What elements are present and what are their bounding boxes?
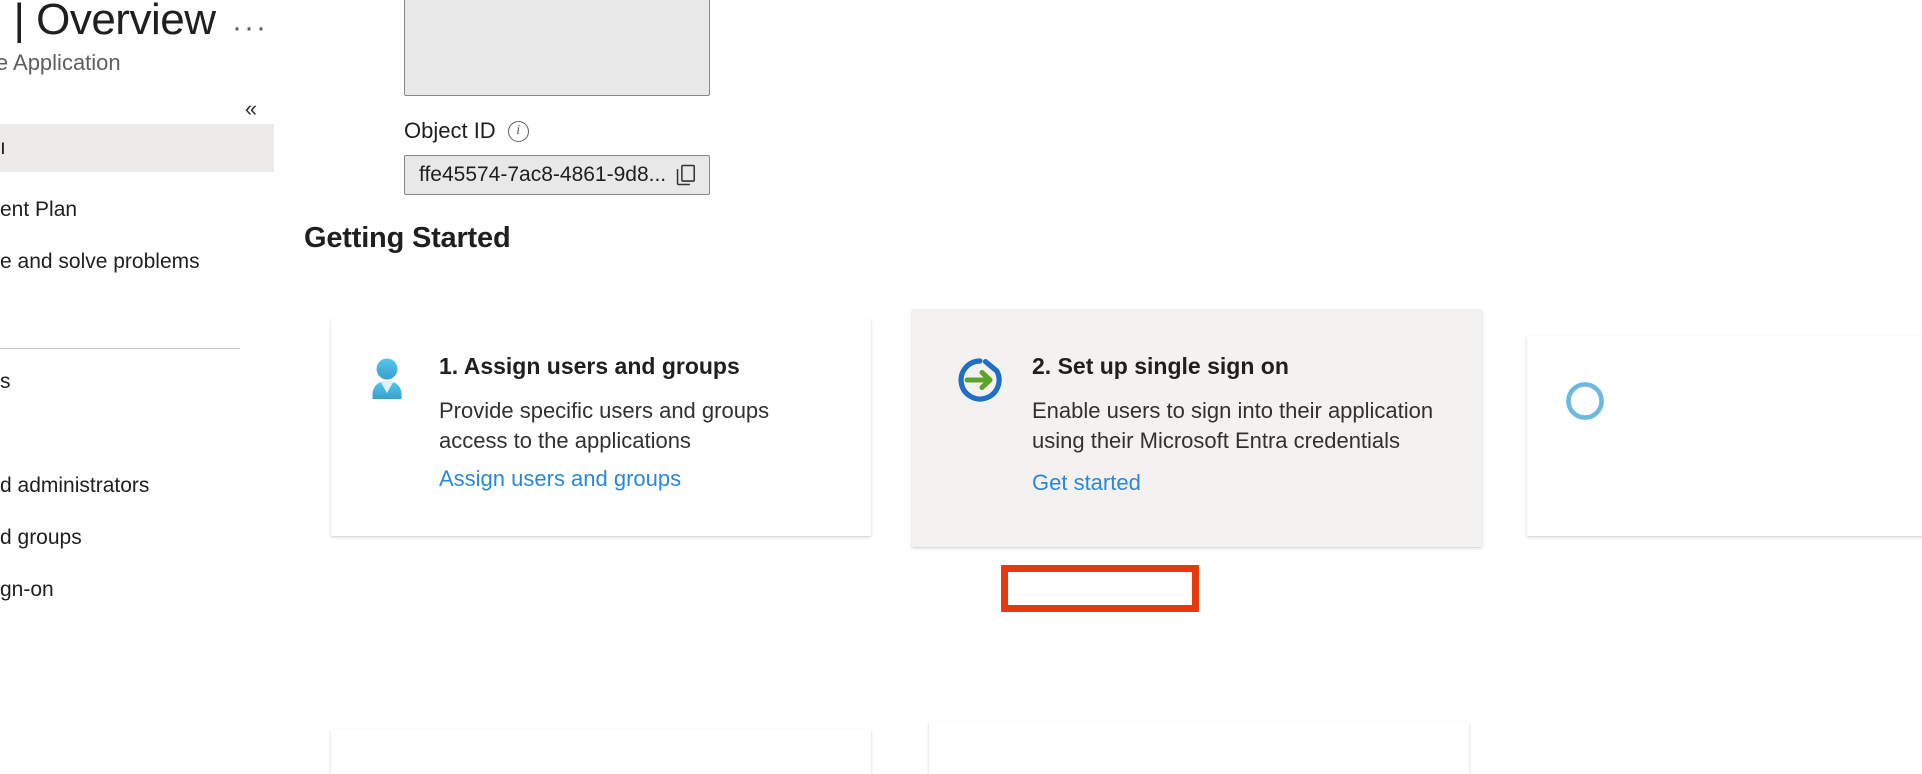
card-title: 2. Set up single sign on: [1032, 353, 1454, 380]
card-provisioning[interactable]: [1527, 336, 1922, 536]
single-sign-on-icon: [952, 353, 1008, 409]
azure-portal-overview-page: : | Overview ··· ise Application « ı ent…: [0, 0, 1922, 774]
sidebar-item-label: ent Plan: [0, 198, 77, 222]
card-bottom-middle[interactable]: [929, 722, 1469, 774]
card-set-up-single-sign-on[interactable]: 2. Set up single sign on Enable users to…: [912, 309, 1482, 547]
sidebar-item-label: d administrators: [0, 474, 149, 498]
object-id-label-row: Object ID i: [404, 118, 529, 144]
sidebar-item-label: gn-on: [0, 578, 54, 602]
sidebar-divider: [0, 348, 240, 349]
card-link-assign-users-and-groups[interactable]: Assign users and groups: [439, 466, 681, 492]
sidebar: « ı ent Plan e and solve problems s d ad…: [0, 90, 274, 774]
sidebar-item-overview[interactable]: ı: [0, 124, 274, 172]
card-description: Provide specific users and groups access…: [439, 396, 839, 456]
sidebar-item-label: s: [0, 370, 11, 394]
highlight-annotation-get-started: [1001, 565, 1199, 612]
application-id-field-partial[interactable]: [404, 0, 710, 96]
sidebar-item-label: ı: [0, 136, 6, 160]
sidebar-item-label: d groups: [0, 526, 82, 550]
card-link-get-started[interactable]: Get started: [1032, 470, 1141, 496]
page-subtitle: ise Application: [0, 50, 121, 76]
card-description: Enable users to sign into their applicat…: [1032, 396, 1452, 456]
page-title: : | Overview: [0, 0, 215, 48]
getting-started-heading: Getting Started: [304, 222, 510, 255]
user-icon: [359, 353, 415, 409]
object-id-value: ffe45574-7ac8-4861-9d8...: [419, 163, 665, 187]
more-options-icon[interactable]: ···: [232, 8, 268, 48]
collapse-sidebar-icon[interactable]: «: [236, 94, 266, 124]
info-icon[interactable]: i: [508, 121, 529, 142]
sidebar-item-deployment-plan[interactable]: ent Plan: [0, 186, 274, 234]
object-id-label: Object ID: [404, 118, 496, 144]
provisioning-icon: [1557, 376, 1613, 432]
sidebar-item-label: e and solve problems: [0, 250, 200, 274]
sidebar-item-diagnose-and-solve-problems[interactable]: e and solve problems: [0, 238, 274, 286]
sidebar-item-properties[interactable]: s: [0, 358, 274, 406]
card-assign-users-and-groups[interactable]: 1. Assign users and groups Provide speci…: [331, 319, 871, 536]
card-title: 1. Assign users and groups: [439, 353, 843, 380]
copy-icon[interactable]: [673, 162, 699, 188]
sidebar-item-owners-and-administrators[interactable]: d administrators: [0, 462, 274, 510]
object-id-field[interactable]: ffe45574-7ac8-4861-9d8...: [404, 155, 710, 195]
main-content: Object ID i ffe45574-7ac8-4861-9d8... Ge…: [274, 0, 1922, 774]
sidebar-item-users-and-groups[interactable]: d groups: [0, 514, 274, 562]
sidebar-item-single-sign-on[interactable]: gn-on: [0, 566, 274, 614]
card-bottom-left[interactable]: [331, 729, 871, 774]
